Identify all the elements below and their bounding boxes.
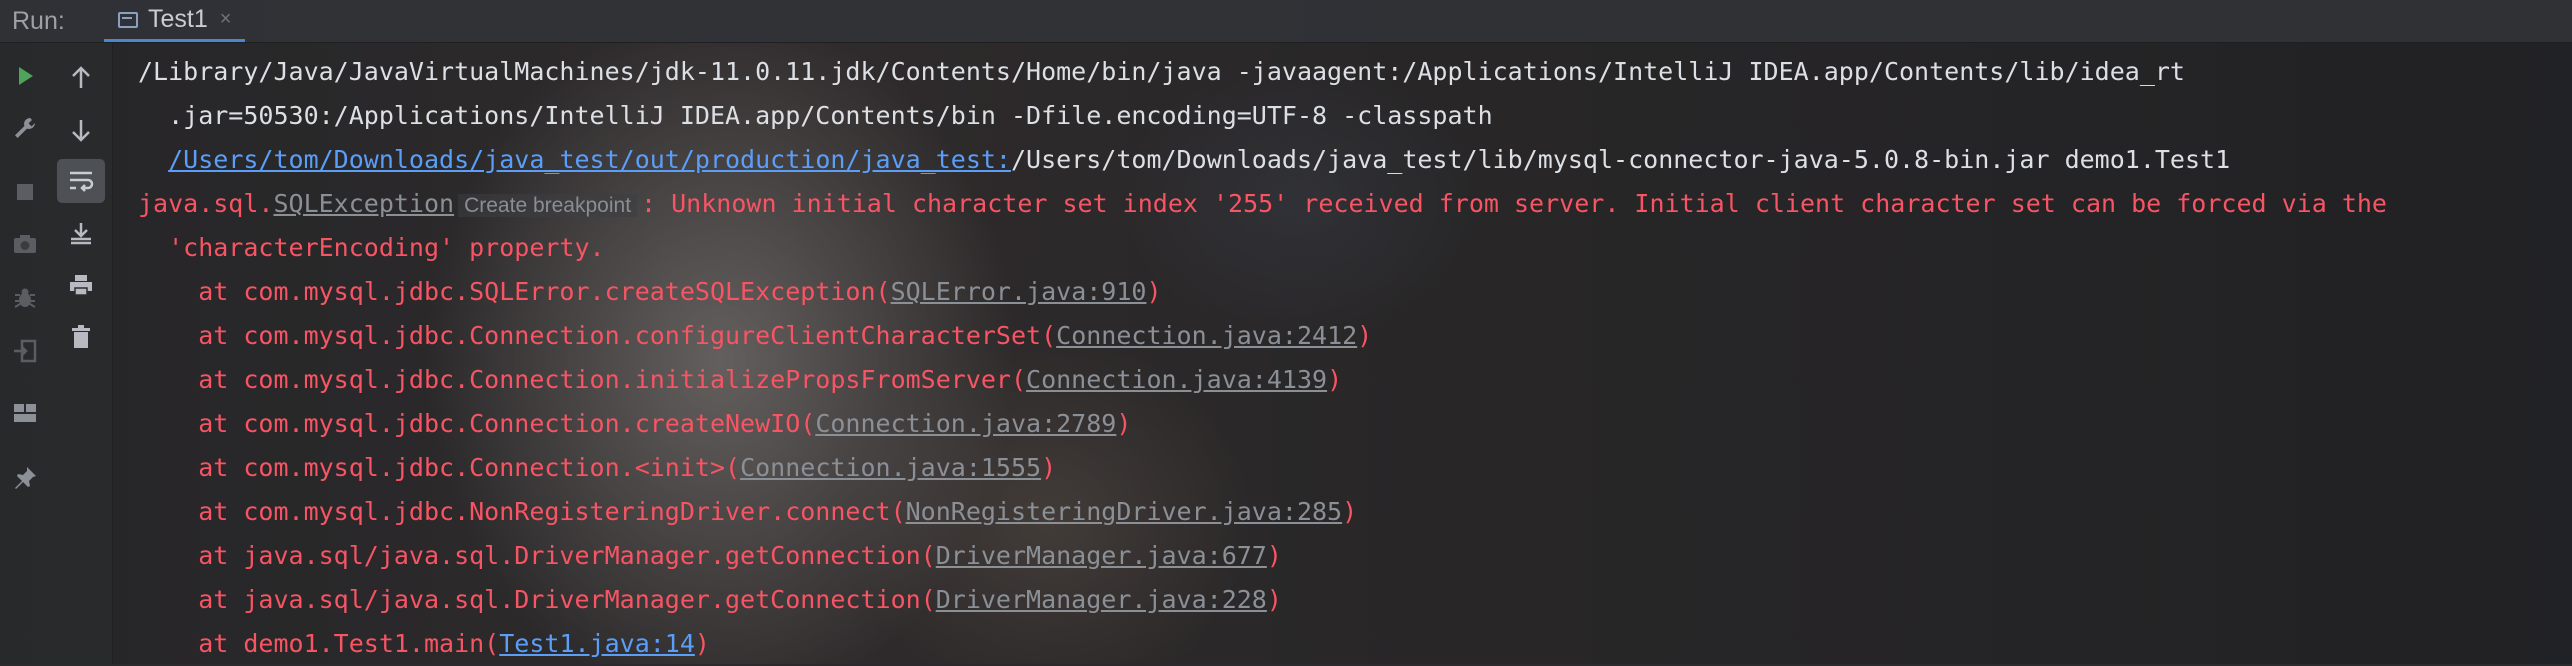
rerun-button[interactable]	[7, 58, 43, 94]
stack-frame: at com.mysql.jdbc.SQLError.createSQLExce…	[138, 270, 1162, 314]
frame-method: at com.mysql.jdbc.Connection.createNewIO…	[138, 409, 816, 438]
console-toolbar	[50, 43, 113, 664]
login-icon	[14, 339, 37, 363]
stop-icon	[17, 184, 33, 200]
frame-method: at demo1.Test1.main(	[138, 629, 500, 658]
frame-source-link[interactable]: Connection.java:4139	[1026, 365, 1327, 394]
stack-frame: at java.sql/java.sql.DriverManager.getCo…	[138, 534, 1282, 578]
frame-close-paren: )	[1342, 497, 1358, 526]
previous-occurrence-button[interactable]	[63, 60, 99, 96]
console-line-command-cont: .jar=50530:/Applications/IntelliJ IDEA.a…	[138, 101, 1493, 130]
debug-bug-icon	[14, 288, 36, 308]
console-output[interactable]: /Library/Java/JavaVirtualMachines/jdk-11…	[112, 43, 2572, 664]
frame-method: at com.mysql.jdbc.Connection.configureCl…	[138, 321, 1057, 350]
console-tab-icon	[118, 11, 138, 28]
console-line-exception-cont: 'characterEncoding' property.	[138, 233, 605, 262]
frame-method: at com.mysql.jdbc.Connection.<init>(	[138, 453, 741, 482]
arrow-down-icon	[72, 120, 90, 142]
create-breakpoint-hint[interactable]: Create breakpoint	[458, 194, 638, 217]
exception-package: java.sql.	[138, 189, 274, 218]
frame-close-paren: )	[1266, 585, 1282, 614]
scroll-to-end-icon	[71, 223, 91, 245]
print-button[interactable]	[63, 267, 99, 303]
tab-label: Test1	[148, 5, 208, 33]
frame-source-link[interactable]: Connection.java:1555	[740, 453, 1041, 482]
console-line-exception: java.sql.SQLException Create breakpoint: …	[138, 182, 2387, 226]
run-label: Run:	[12, 6, 65, 35]
run-actions-toolbar	[0, 43, 50, 664]
frame-source-link[interactable]: NonRegisteringDriver.java:285	[906, 497, 1343, 526]
frame-method: at com.mysql.jdbc.Connection.initializeP…	[138, 365, 1027, 394]
frame-source-link[interactable]: Test1.java:14	[499, 629, 695, 658]
frame-close-paren: )	[1041, 453, 1057, 482]
print-icon	[70, 275, 92, 296]
clear-all-button[interactable]	[63, 319, 99, 355]
frame-source-link[interactable]: DriverManager.java:677	[936, 541, 1267, 570]
stack-frame: at java.sql/java.sql.DriverManager.getCo…	[138, 578, 1282, 622]
frame-close-paren: )	[1357, 321, 1373, 350]
frame-method: at java.sql/java.sql.DriverManager.getCo…	[138, 541, 936, 570]
layout-icon	[14, 404, 36, 422]
frame-method: at java.sql/java.sql.DriverManager.getCo…	[138, 585, 936, 614]
trash-icon	[72, 325, 90, 348]
frame-close-paren: )	[694, 629, 710, 658]
stack-frame: at com.mysql.jdbc.NonRegisteringDriver.c…	[138, 490, 1357, 534]
frame-source-link[interactable]: DriverManager.java:228	[936, 585, 1267, 614]
pin-icon	[15, 467, 36, 489]
wrench-icon	[15, 118, 35, 138]
arrow-up-icon	[72, 66, 90, 88]
frame-close-paren: )	[1327, 365, 1343, 394]
dump-threads-button[interactable]	[7, 226, 43, 262]
classpath-link[interactable]: /Users/tom/Downloads/java_test/out/produ…	[168, 145, 1011, 174]
run-tool-window-header: Run: Test1 ×	[0, 0, 2572, 43]
stack-frame: at com.mysql.jdbc.Connection.createNewIO…	[138, 402, 1131, 446]
stack-frame: at com.mysql.jdbc.Connection.initializeP…	[138, 358, 1342, 402]
run-icon	[19, 67, 33, 85]
frame-close-paren: )	[1116, 409, 1132, 438]
stack-frame: at com.mysql.jdbc.Connection.<init>(Conn…	[138, 446, 1056, 490]
console-line-classpath: /Users/tom/Downloads/java_test/out/produ…	[138, 138, 2230, 182]
classpath-rest: /Users/tom/Downloads/java_test/lib/mysql…	[1010, 145, 2231, 174]
next-occurrence-button[interactable]	[63, 112, 99, 148]
settings-button[interactable]	[7, 110, 43, 146]
tab-close-button[interactable]: ×	[220, 8, 232, 31]
frame-method: at com.mysql.jdbc.NonRegisteringDriver.c…	[138, 497, 906, 526]
stop-button[interactable]	[7, 174, 43, 210]
exception-message: : Unknown initial character set index '2…	[641, 189, 2387, 218]
pin-tab-button[interactable]	[7, 460, 43, 496]
debug-button[interactable]	[7, 280, 43, 316]
exception-class-link[interactable]: SQLException	[273, 189, 454, 218]
camera-icon	[14, 235, 36, 253]
frame-close-paren: )	[1146, 277, 1162, 306]
frame-method: at com.mysql.jdbc.SQLError.createSQLExce…	[138, 277, 891, 306]
soft-wrap-toggle[interactable]	[57, 159, 105, 203]
console-line-command: /Library/Java/JavaVirtualMachines/jdk-11…	[138, 57, 2185, 86]
frame-source-link[interactable]: Connection.java:2789	[815, 409, 1116, 438]
soft-wrap-icon	[70, 171, 94, 192]
restore-layout-button[interactable]	[7, 333, 43, 369]
stack-frame: at com.mysql.jdbc.Connection.configureCl…	[138, 314, 1372, 358]
frame-source-link[interactable]: Connection.java:2412	[1056, 321, 1357, 350]
tab-test1[interactable]: Test1 ×	[104, 0, 246, 42]
frame-source-link[interactable]: SQLError.java:910	[891, 277, 1147, 306]
stack-frame: at demo1.Test1.main(Test1.java:14)	[138, 622, 710, 666]
layout-button[interactable]	[7, 395, 43, 431]
scroll-to-end-button[interactable]	[63, 215, 99, 251]
frame-close-paren: )	[1266, 541, 1282, 570]
